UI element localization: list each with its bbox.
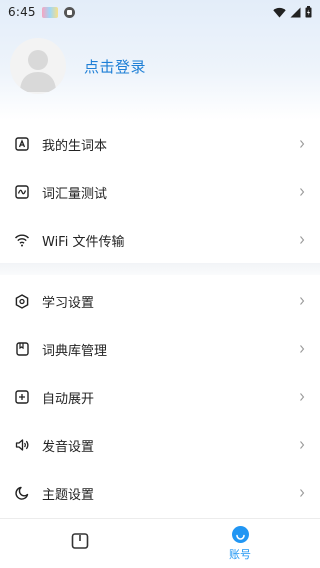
book-box-icon (14, 341, 30, 357)
wifi-icon (14, 232, 30, 248)
moon-icon (14, 485, 30, 501)
login-link[interactable]: 点击登录 (84, 56, 146, 77)
avatar[interactable] (10, 38, 66, 94)
menu-item-label: 词汇量测试 (42, 186, 108, 202)
chevron-right-icon (300, 297, 305, 305)
wave-box-icon (14, 184, 30, 200)
status-time: 6:45 (8, 5, 36, 19)
chevron-right-icon (300, 345, 305, 353)
book-icon (71, 532, 89, 549)
menu-item-vocabulary-book[interactable]: 我的生词本 (0, 120, 320, 168)
account-smile-icon (231, 525, 249, 543)
menu-item-vocab-test[interactable]: 词汇量测试 (0, 168, 320, 216)
nav-tab-dictionary[interactable] (0, 519, 160, 568)
menu-item-label: 发音设置 (42, 439, 95, 455)
menu-item-theme-settings[interactable]: 主题设置 (0, 469, 320, 517)
battery-icon (305, 6, 312, 18)
menu-item-dictionary-manage[interactable]: 词典库管理 (0, 325, 320, 373)
login-profile[interactable]: 点击登录 (10, 38, 146, 94)
hexagon-icon (14, 293, 30, 309)
shield-notification-icon (63, 6, 75, 18)
status-bar: 6:45 (0, 0, 320, 24)
cell-signal-icon (290, 7, 301, 17)
menu-item-study-settings[interactable]: 学习设置 (0, 277, 320, 325)
menu-item-label: 自动展开 (42, 391, 95, 407)
a-box-icon (14, 136, 30, 152)
default-avatar-icon (20, 50, 56, 92)
speaker-icon (14, 437, 30, 453)
wifi-signal-icon (273, 7, 286, 17)
menu-item-label: 主题设置 (42, 487, 95, 503)
menu-item-label: 学习设置 (42, 295, 95, 311)
plus-box-icon (14, 389, 30, 405)
chevron-right-icon (300, 188, 305, 196)
chevron-right-icon (300, 140, 305, 148)
chevron-right-icon (300, 441, 305, 449)
chevron-right-icon (300, 236, 305, 244)
status-indicators (273, 6, 312, 18)
menu-item-label: WiFi 文件传输 (42, 234, 125, 250)
menu-item-label: 我的生词本 (42, 138, 108, 154)
menu-item-label: 词典库管理 (42, 343, 108, 359)
chevron-right-icon (300, 393, 305, 401)
chevron-right-icon (300, 489, 305, 497)
app-notification-icon (41, 6, 58, 18)
section-divider (0, 263, 320, 275)
menu-item-wifi-transfer[interactable]: WiFi 文件传输 (0, 216, 320, 264)
nav-tab-account[interactable]: 账号 (160, 519, 320, 568)
menu-group-settings: 学习设置 词典库管理 自动展开 发音设置 主题设置 (0, 277, 320, 517)
menu-item-pronunciation-settings[interactable]: 发音设置 (0, 421, 320, 469)
nav-tab-account-label: 账号 (229, 547, 251, 561)
menu-item-auto-expand[interactable]: 自动展开 (0, 373, 320, 421)
bottom-navigation: 账号 (0, 518, 320, 568)
menu-group-tools: 我的生词本 词汇量测试 WiFi 文件传输 (0, 120, 320, 264)
